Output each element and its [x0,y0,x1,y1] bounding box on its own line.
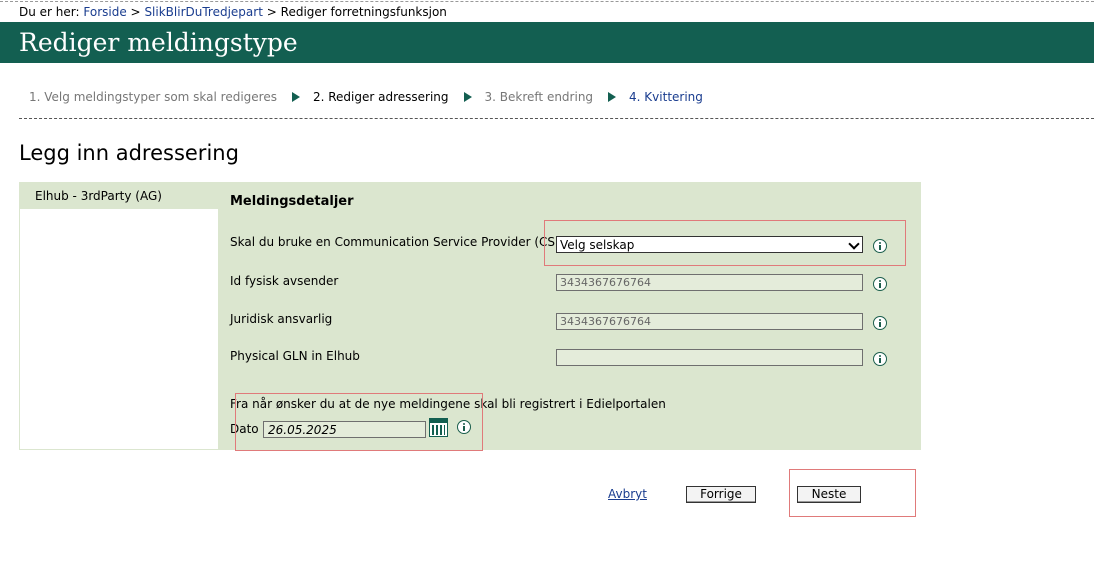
breadcrumb-link-slikblirdu[interactable]: SlikBlirDuTredjepart [144,5,262,19]
breadcrumb-prefix: Du er her: [19,5,80,19]
step-arrow-icon [608,92,617,102]
section-title: Legg inn adressering [19,141,239,165]
breadcrumb-separator: > [130,5,141,19]
prev-button[interactable]: Forrige [686,486,756,503]
breadcrumb-link-home[interactable]: Forside [83,5,126,19]
cancel-link[interactable]: Avbryt [608,487,647,501]
id-sender-field: 3434367676764 [556,274,863,291]
breadcrumb: Du er her: Forside > SlikBlirDuTredjepar… [19,5,447,19]
step-3: 3. Bekreft endring [484,90,594,104]
step-arrow-icon [291,92,300,102]
gln-field[interactable] [556,349,863,366]
page-title: Rediger meldingstype [19,28,298,57]
top-divider [0,1,1094,2]
step-arrow-icon [463,92,472,102]
gln-label: Physical GLN in Elhub [230,349,360,363]
info-icon[interactable] [873,277,887,291]
left-tab-label: Elhub - 3rdParty (AG) [35,189,162,203]
id-sender-label: Id fysisk avsender [230,274,339,288]
next-button[interactable]: Neste [797,486,861,503]
breadcrumb-separator: > [266,5,277,19]
left-panel: Elhub - 3rdParty (AG) [19,182,220,450]
breadcrumb-current: Rediger forretningsfunksjon [280,5,447,19]
step-2: 2. Rediger adressering [312,90,449,104]
step-4: 4. Kvittering [629,90,703,104]
highlight-box-date [235,393,483,451]
section-divider [19,118,1094,119]
legal-label: Juridisk ansvarlig [230,312,333,326]
highlight-box-csp [544,220,906,266]
info-icon[interactable] [873,316,887,330]
legal-field: 3434367676764 [556,313,863,330]
info-icon[interactable] [873,352,887,366]
left-tab[interactable]: Elhub - 3rdParty (AG) [20,183,220,209]
details-title: Meldingsdetaljer [230,194,354,209]
step-1: 1. Velg meldingstyper som skal redigeres [29,90,277,104]
wizard-steps: 1. Velg meldingstyper som skal redigeres… [29,89,703,105]
csp-label: Skal du bruke en Communication Service P… [230,235,574,249]
